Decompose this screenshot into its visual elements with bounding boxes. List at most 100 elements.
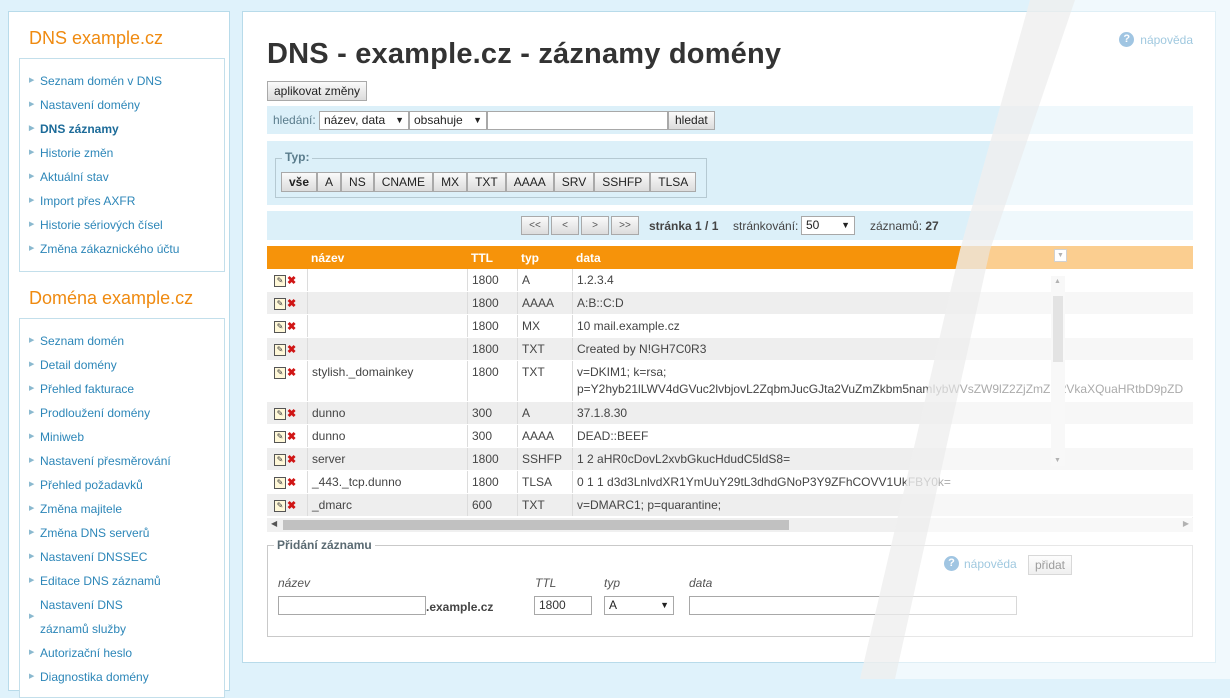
domain-menu-item[interactable]: ▶ Detail domény <box>20 353 224 377</box>
delete-icon[interactable]: ✖ <box>287 430 296 443</box>
column-menu-icon[interactable]: ▼ <box>1054 249 1067 262</box>
domain-menu-item[interactable]: ▶ Editace DNS záznamů <box>20 569 224 593</box>
edit-icon[interactable]: ✎ <box>274 274 286 287</box>
scroll-down-icon[interactable]: ▼ <box>1054 457 1061 464</box>
data-input[interactable] <box>689 596 1017 615</box>
vertical-scrollbar[interactable]: ▲ ▼ <box>1051 276 1065 466</box>
type-filter-button[interactable]: AAAA <box>505 172 554 192</box>
domain-menu-item[interactable]: ▶ Miniweb <box>20 425 224 449</box>
dns-menu-item[interactable]: ▶ Nastavení domény <box>20 93 224 117</box>
search-field-select[interactable]: název, data ▼ <box>319 111 409 130</box>
last-page-button[interactable]: >> <box>611 216 639 235</box>
row-actions: ✎ ✖ <box>267 269 307 291</box>
search-button[interactable]: hledat <box>668 111 715 130</box>
scroll-right-icon[interactable]: ▶ <box>1183 519 1189 528</box>
type-filter-button[interactable]: vše <box>281 172 318 192</box>
dns-menu-item[interactable]: ▶ Historie sériových čísel <box>20 213 224 237</box>
cell-type: TXT <box>517 494 572 516</box>
delete-icon[interactable]: ✖ <box>287 407 296 420</box>
dns-menu-item[interactable]: ▶ Import přes AXFR <box>20 189 224 213</box>
name-input[interactable] <box>278 596 426 615</box>
dns-menu-item[interactable]: ▶ Aktuální stav <box>20 165 224 189</box>
delete-icon[interactable]: ✖ <box>287 297 296 310</box>
add-record-button[interactable]: přidat <box>1028 555 1073 575</box>
domain-menu-item[interactable]: ▶ Prodloužení domény <box>20 401 224 425</box>
edit-icon[interactable]: ✎ <box>274 476 286 489</box>
search-label: hledání: <box>273 113 316 127</box>
scroll-up-icon[interactable]: ▲ <box>1054 278 1061 285</box>
domain-menu-item[interactable]: ▶ Změna DNS serverů <box>20 521 224 545</box>
type-filter-button[interactable]: SSHFP <box>594 172 651 192</box>
type-filter-button[interactable]: NS <box>341 172 374 192</box>
dns-menu-item[interactable]: ▶ Historie změn <box>20 141 224 165</box>
domain-menu-item[interactable]: ▶ Nastavení DNS záznamů služby <box>20 593 170 641</box>
domain-menu-item-label: Změna DNS serverů <box>40 526 150 540</box>
bullet-arrow-icon: ▶ <box>29 337 35 344</box>
type-filter-button[interactable]: TLSA <box>650 172 697 192</box>
column-header-name[interactable]: název <box>311 251 344 265</box>
type-filter-button[interactable]: SRV <box>553 172 595 192</box>
ttl-input[interactable]: 1800 <box>534 596 592 615</box>
horizontal-scrollbar[interactable]: ◀ ▶ <box>267 518 1193 532</box>
dns-menu-item[interactable]: ▶ Změna zákaznického účtu <box>20 237 224 261</box>
search-mode-select[interactable]: obsahuje ▼ <box>409 111 487 130</box>
domain-menu-item[interactable]: ▶ Přehled fakturace <box>20 377 224 401</box>
domain-menu-item[interactable]: ▶ Nastavení DNSSEC <box>20 545 224 569</box>
add-help-link[interactable]: ? nápověda <box>944 556 1017 571</box>
edit-icon[interactable]: ✎ <box>274 453 286 466</box>
first-page-button[interactable]: << <box>521 216 549 235</box>
cell-ttl: 1800 <box>467 269 517 291</box>
per-page-select[interactable]: 50 ▼ <box>801 216 855 235</box>
type-filter-button[interactable]: MX <box>433 172 468 192</box>
chevron-down-icon: ▼ <box>473 115 482 125</box>
cell-ttl: 1800 <box>467 315 517 337</box>
bullet-arrow-icon: ▶ <box>29 613 35 620</box>
type-select[interactable]: A ▼ <box>604 596 674 615</box>
edit-icon[interactable]: ✎ <box>274 366 286 379</box>
delete-icon[interactable]: ✖ <box>287 320 296 333</box>
help-link[interactable]: ? nápověda <box>1119 32 1193 47</box>
delete-icon[interactable]: ✖ <box>287 343 296 356</box>
column-header-data[interactable]: data <box>576 251 601 265</box>
type-filter-button[interactable]: A <box>317 172 342 192</box>
domain-menu-item[interactable]: ▶ Změna majitele <box>20 497 224 521</box>
type-filter-button[interactable]: TXT <box>467 172 506 192</box>
cell-data-line: 1 2 aHR0cDovL2xvbGkucHdudC5ldS8= <box>577 452 791 466</box>
per-page-label: stránkování: <box>733 219 799 233</box>
bullet-arrow-icon: ▶ <box>29 361 35 368</box>
delete-icon[interactable]: ✖ <box>287 453 296 466</box>
domain-menu-item[interactable]: ▶ Seznam domén <box>20 329 224 353</box>
table-row[interactable]: ✎ ✖ _dmarc 600 TXT v=DMARC1; p=quarantine; <box>267 494 1193 517</box>
edit-icon[interactable]: ✎ <box>274 343 286 356</box>
edit-icon[interactable]: ✎ <box>274 499 286 512</box>
edit-icon[interactable]: ✎ <box>274 407 286 420</box>
delete-icon[interactable]: ✖ <box>287 274 296 287</box>
prev-page-button[interactable]: < <box>551 216 579 235</box>
domain-menu-item-label: Nastavení DNSSEC <box>40 550 148 564</box>
apply-changes-button[interactable]: aplikovat změny <box>267 81 368 101</box>
domain-menu-item[interactable]: ▶ Přehled požadavků <box>20 473 224 497</box>
dns-menu-item[interactable]: ▶ DNS záznamy <box>20 117 224 141</box>
vertical-scroll-thumb[interactable] <box>1053 296 1063 362</box>
scroll-left-icon[interactable]: ◀ <box>271 519 277 528</box>
domain-menu-item[interactable]: ▶ Nastavení přesměrování <box>20 449 224 473</box>
edit-icon[interactable]: ✎ <box>274 320 286 333</box>
type-filter-button[interactable]: CNAME <box>373 172 434 192</box>
cell-name: dunno <box>307 402 467 424</box>
dns-menu-item[interactable]: ▶ Seznam domén v DNS <box>20 69 224 93</box>
records-table: název TTL typ data ▼ ✎ ✖ 1800 A 1.2.3.4 ✎ ✖ 180… <box>267 246 1193 532</box>
table-row[interactable]: ✎ ✖ _443._tcp.dunno 1800 TLSA 0 1 1 d3d3Lnlvd… <box>267 471 1193 494</box>
delete-icon[interactable]: ✖ <box>287 366 296 379</box>
horizontal-scroll-thumb[interactable] <box>283 520 789 530</box>
edit-icon[interactable]: ✎ <box>274 297 286 310</box>
column-header-type[interactable]: typ <box>521 251 539 265</box>
delete-icon[interactable]: ✖ <box>287 499 296 512</box>
domain-menu-item[interactable]: ▶ Autorizační heslo <box>20 641 224 665</box>
domain-menu-item[interactable]: ▶ Diagnostika domény <box>20 665 224 689</box>
edit-icon[interactable]: ✎ <box>274 430 286 443</box>
search-input[interactable] <box>487 111 668 130</box>
column-header-ttl[interactable]: TTL <box>471 251 493 265</box>
next-page-button[interactable]: > <box>581 216 609 235</box>
help-icon: ? <box>1119 32 1135 47</box>
delete-icon[interactable]: ✖ <box>287 476 296 489</box>
